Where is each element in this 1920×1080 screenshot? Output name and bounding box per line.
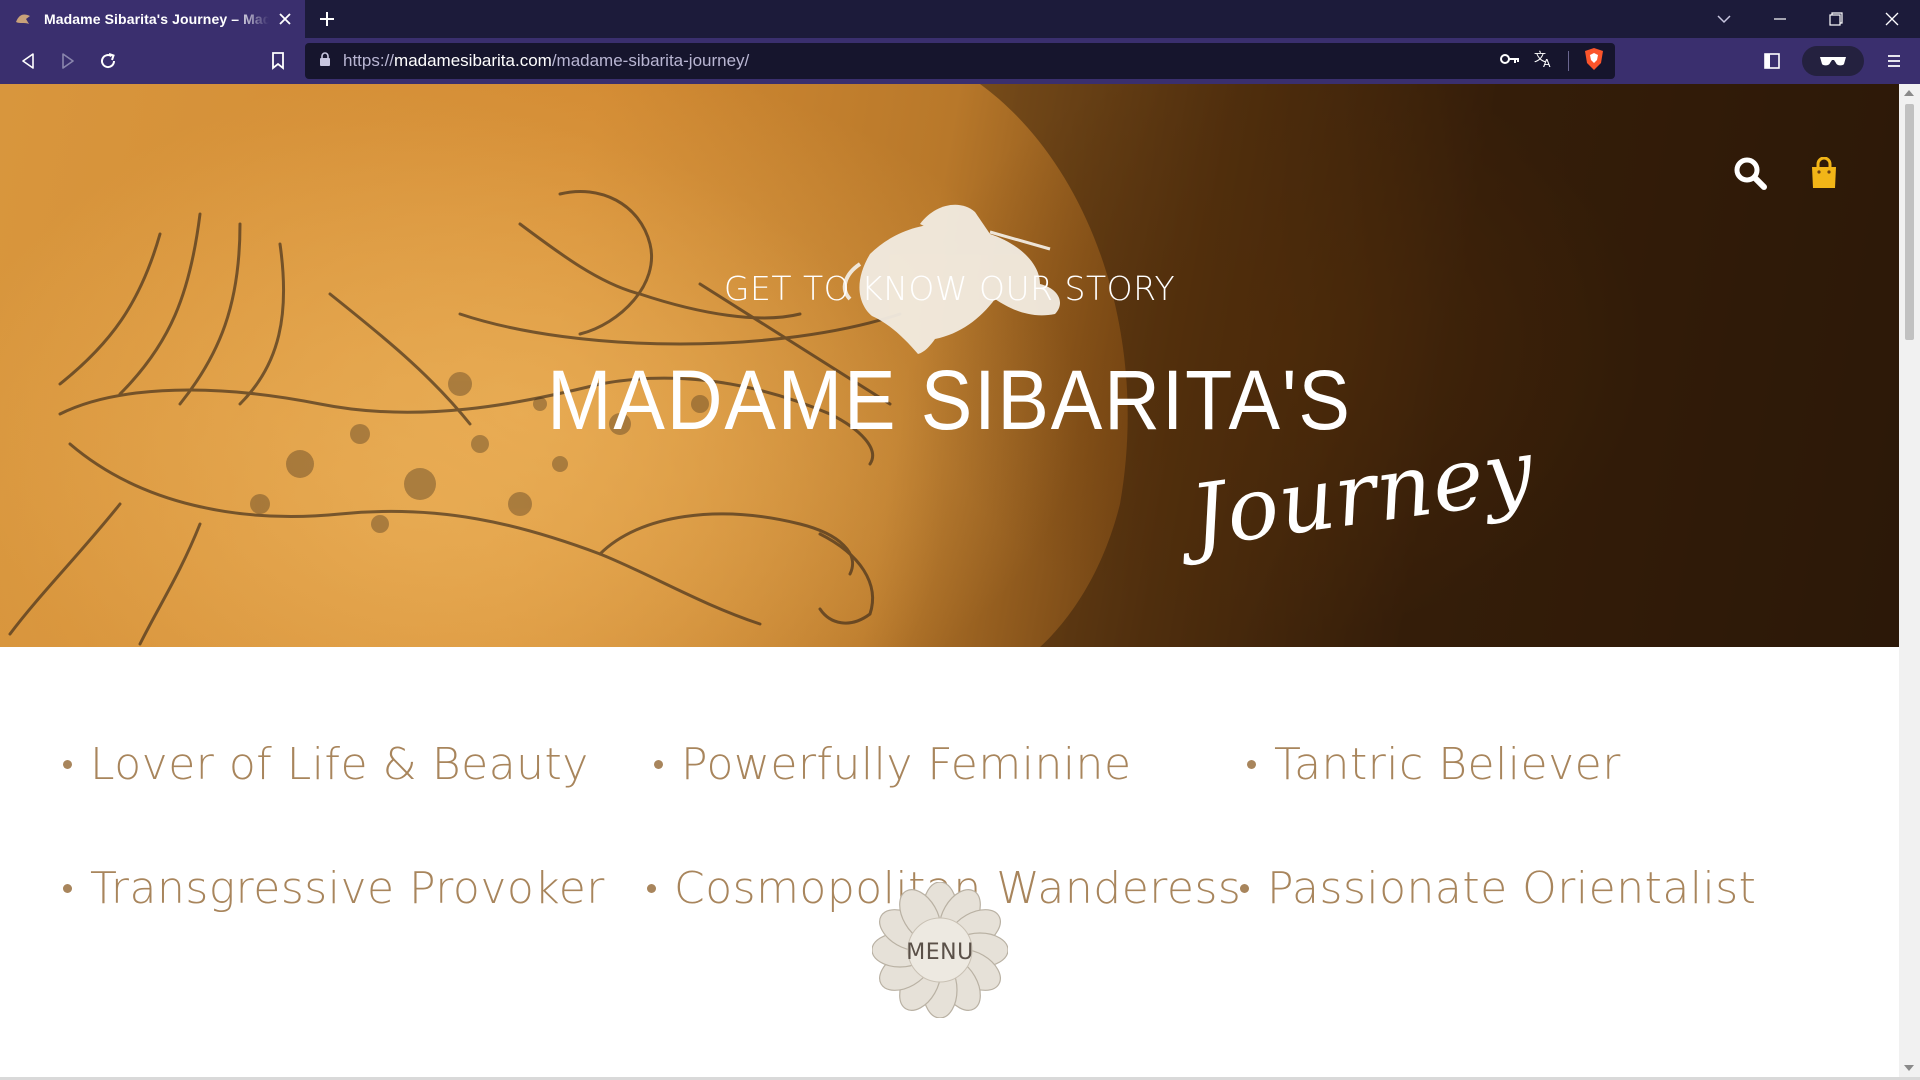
url-text[interactable]: https://madamesibarita.com/madame-sibari… xyxy=(343,51,1500,71)
hero-banner: GET TO KNOW OUR STORY MADAME SIBARITA'S … xyxy=(0,84,1899,647)
tab-title: Madame Sibarita's Journey – Madame Sibar… xyxy=(44,11,269,27)
url-separator xyxy=(1568,51,1569,71)
close-window-button[interactable] xyxy=(1864,0,1920,38)
lock-icon xyxy=(319,51,331,71)
hero-kicker: GET TO KNOW OUR STORY xyxy=(723,269,1176,308)
bullet-icon xyxy=(1247,760,1256,769)
site-favicon-icon xyxy=(14,10,32,28)
url-path: /madame-sibarita-journey/ xyxy=(551,51,750,70)
svg-text:A: A xyxy=(1543,57,1551,68)
bookmark-icon[interactable] xyxy=(258,38,298,84)
trait-item: Powerfully Feminine xyxy=(654,739,1132,790)
browser-tab-strip: Madame Sibarita's Journey – Madame Sibar… xyxy=(0,0,1920,38)
address-bar[interactable]: https://madamesibarita.com/madame-sibari… xyxy=(305,43,1615,79)
page-viewport: GET TO KNOW OUR STORY MADAME SIBARITA'S … xyxy=(0,84,1899,1077)
bullet-icon xyxy=(647,884,656,893)
url-scheme: https:// xyxy=(343,51,395,70)
trait-item: Transgressive Provoker xyxy=(63,863,605,914)
minimize-window-button[interactable] xyxy=(1752,0,1808,38)
translate-icon[interactable]: 文A xyxy=(1534,49,1554,73)
trait-item: Tantric Believer xyxy=(1247,739,1621,790)
tab-search-chevron-icon[interactable] xyxy=(1696,0,1752,38)
trait-item: Passionate Orientalist xyxy=(1240,863,1756,914)
brave-shield-icon[interactable] xyxy=(1583,47,1605,76)
scroll-up-arrow-icon[interactable] xyxy=(1904,90,1914,96)
trait-label: Tantric Believer xyxy=(1274,739,1621,790)
bullet-icon xyxy=(63,884,72,893)
restore-window-button[interactable] xyxy=(1808,0,1864,38)
menu-label: MENU xyxy=(906,939,974,965)
scrollbar-thumb[interactable] xyxy=(1905,104,1914,340)
password-key-icon[interactable] xyxy=(1500,52,1520,70)
trait-label: Powerfully Feminine xyxy=(681,739,1132,790)
page-scrollbar[interactable] xyxy=(1899,84,1920,1077)
bullet-icon xyxy=(63,760,72,769)
browser-tab[interactable]: Madame Sibarita's Journey – Madame Sibar… xyxy=(0,0,305,38)
bullet-icon xyxy=(654,760,663,769)
scroll-down-arrow-icon[interactable] xyxy=(1904,1065,1914,1071)
forward-arrow-icon[interactable] xyxy=(48,38,88,84)
reload-icon[interactable] xyxy=(88,38,128,84)
trait-item: Lover of Life & Beauty xyxy=(63,739,589,790)
trait-label: Passionate Orientalist xyxy=(1267,863,1757,914)
hero-title: MADAME SIBARITA'S xyxy=(547,353,1352,447)
browser-toolbar: https://madamesibarita.com/madame-sibari… xyxy=(0,38,1920,84)
menu-button[interactable]: MENU xyxy=(871,881,1009,1019)
trait-label: Transgressive Provoker xyxy=(90,863,605,914)
url-host: madamesibarita.com xyxy=(394,51,552,70)
close-tab-icon[interactable] xyxy=(275,9,295,29)
new-tab-button[interactable] xyxy=(305,0,349,38)
trait-label: Lover of Life & Beauty xyxy=(90,739,589,790)
sidebar-toggle-icon[interactable] xyxy=(1752,38,1792,84)
shopping-bag-icon[interactable] xyxy=(1809,156,1839,194)
vpn-glasses-icon[interactable] xyxy=(1802,46,1864,76)
back-arrow-icon[interactable] xyxy=(8,38,48,84)
hamburger-menu-icon[interactable] xyxy=(1874,38,1914,84)
search-icon[interactable] xyxy=(1733,156,1767,195)
bullet-icon xyxy=(1240,884,1249,893)
